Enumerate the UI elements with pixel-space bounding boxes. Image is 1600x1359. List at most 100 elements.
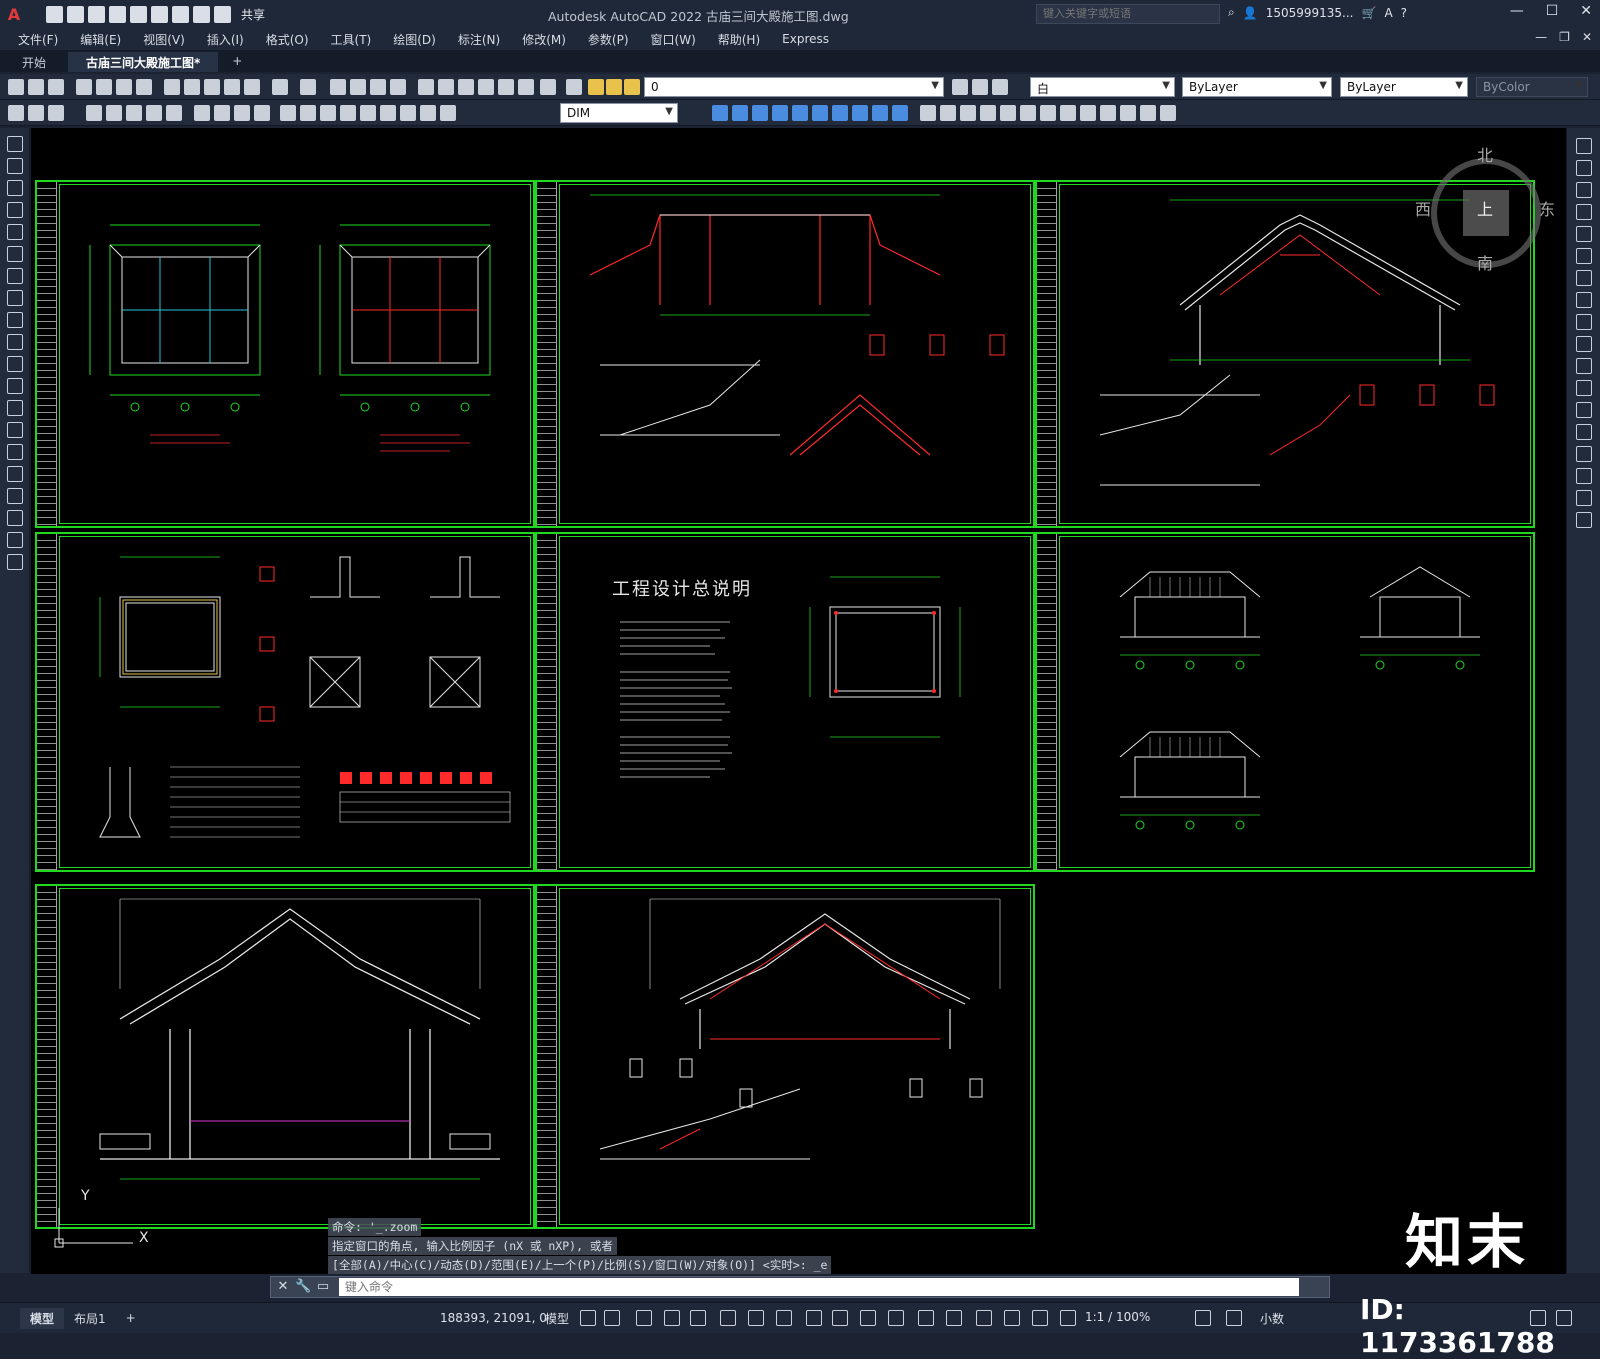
array-icon[interactable] (1576, 226, 1592, 242)
trim-icon[interactable] (1576, 336, 1592, 352)
circle-icon[interactable] (7, 268, 23, 284)
sheet-main-section[interactable] (35, 884, 535, 1229)
redo-icon[interactable] (214, 5, 231, 23)
maximize-icon[interactable]: ☐ (1546, 3, 1559, 19)
layer-dropdown[interactable]: 0 ▼ (644, 77, 944, 97)
hidden-icon[interactable] (1000, 105, 1016, 121)
center-mark-icon[interactable] (300, 105, 316, 121)
dim-space-icon[interactable] (254, 105, 270, 121)
realistic-icon[interactable] (940, 105, 956, 121)
compass-east[interactable]: 东 (1539, 196, 1555, 220)
ellipse-arc-icon[interactable] (7, 356, 23, 372)
redo-icon[interactable] (300, 79, 316, 95)
multiline-text-icon[interactable] (7, 532, 23, 548)
open-file-icon[interactable] (67, 5, 84, 23)
selection-cycling-icon[interactable] (860, 1310, 876, 1326)
shaded-icon[interactable] (1020, 105, 1036, 121)
object-snap-icon[interactable] (776, 1310, 792, 1326)
dim-override-icon[interactable] (440, 105, 456, 121)
dim-linear-icon[interactable] (8, 105, 24, 121)
search-icon[interactable]: ⌕ (1228, 5, 1235, 20)
save-web-icon[interactable] (151, 5, 168, 23)
tab-model[interactable]: 模型 (20, 1307, 65, 1329)
doc-restore-icon[interactable]: ❐ (1559, 30, 1570, 44)
new-file-icon[interactable] (46, 5, 63, 23)
plot-icon[interactable] (172, 5, 189, 23)
layer-previous-icon[interactable] (972, 79, 988, 95)
menu-modify[interactable]: 修改(M) (522, 31, 566, 48)
save-icon[interactable] (88, 5, 105, 23)
menu-window[interactable]: 窗口(W) (651, 31, 696, 48)
line-icon[interactable] (7, 136, 23, 152)
new-icon[interactable] (8, 79, 24, 95)
help-icon[interactable] (540, 79, 556, 95)
revision-cloud-icon[interactable] (7, 290, 23, 306)
join-icon[interactable] (1576, 424, 1592, 440)
tab-drawing[interactable]: 古庙三间大殿施工图* (68, 52, 219, 72)
block-editor-icon[interactable] (244, 79, 260, 95)
transparency-icon[interactable] (832, 1310, 848, 1326)
linetype-dropdown[interactable]: ByLayer ▼ (1182, 77, 1332, 97)
tab-start[interactable]: 开始 (4, 52, 64, 72)
ellipse-icon[interactable] (7, 334, 23, 350)
units-value[interactable]: 小数 (1260, 1310, 1284, 1327)
offset-icon[interactable] (1576, 204, 1592, 220)
3d-print-icon[interactable] (136, 79, 152, 95)
infer-constraints-icon[interactable] (636, 1310, 652, 1326)
wireframe-icon[interactable] (980, 105, 996, 121)
menu-file[interactable]: 文件(F) (18, 31, 58, 48)
lineweight-icon[interactable] (806, 1310, 822, 1326)
menu-tools[interactable]: 工具(T) (331, 31, 372, 48)
dim-arc-icon[interactable] (48, 105, 64, 121)
dim-edit-icon[interactable] (360, 105, 376, 121)
command-input[interactable] (339, 1278, 1299, 1296)
close-command-icon[interactable]: ✕ (275, 1279, 291, 1295)
compass-north[interactable]: 北 (1477, 142, 1493, 166)
annotation-scale-icon[interactable] (1060, 1310, 1076, 1326)
properties-icon[interactable] (418, 79, 434, 95)
rectangle-icon[interactable] (7, 224, 23, 240)
layer-properties-icon[interactable] (566, 79, 582, 95)
add-selected-icon[interactable] (7, 554, 23, 570)
user-name[interactable]: 1505999135... (1266, 6, 1354, 20)
view-nw-iso-icon[interactable] (892, 105, 908, 121)
menu-express[interactable]: Express (782, 32, 829, 46)
gradient-icon[interactable] (7, 466, 23, 482)
print-preview-icon[interactable] (96, 79, 112, 95)
compass-west[interactable]: 西 (1415, 196, 1431, 220)
conceptual-icon[interactable] (960, 105, 976, 121)
quickcalc-icon[interactable] (518, 79, 534, 95)
ucs-world-icon[interactable] (1060, 105, 1076, 121)
selection-filter-icon[interactable] (946, 1310, 962, 1326)
tab-new-layout[interactable]: + (116, 1309, 146, 1327)
sheet-elevations[interactable] (1035, 532, 1535, 872)
view-se-iso-icon[interactable] (852, 105, 868, 121)
break-at-point-icon[interactable] (1576, 380, 1592, 396)
menu-insert[interactable]: 插入(I) (207, 31, 244, 48)
view-top-icon[interactable] (712, 105, 728, 121)
gizmo-icon[interactable] (976, 1310, 992, 1326)
annotation-visibility-icon[interactable] (1004, 1310, 1020, 1326)
erase-icon[interactable] (1576, 138, 1592, 154)
scale-icon[interactable] (1576, 292, 1592, 308)
view-front-icon[interactable] (792, 105, 808, 121)
layer-on-icon[interactable] (588, 79, 604, 95)
rotate-icon[interactable] (1576, 270, 1592, 286)
workspace-gear-icon[interactable] (1195, 1310, 1211, 1326)
snap-icon[interactable] (604, 1310, 620, 1326)
dim-text-edit-icon[interactable] (380, 105, 396, 121)
close-icon[interactable]: ✕ (1580, 3, 1592, 19)
plotstyle-dropdown[interactable]: ByColor ▼ (1476, 77, 1588, 97)
cut-icon[interactable] (164, 79, 180, 95)
model-space-toggle[interactable]: 模型 (545, 1310, 569, 1327)
menu-help[interactable]: 帮助(H) (718, 31, 760, 48)
menu-edit[interactable]: 编辑(E) (80, 31, 121, 48)
dim-ordinate-icon[interactable] (86, 105, 102, 121)
annotation-monitor-icon[interactable] (1226, 1310, 1242, 1326)
save-icon[interactable] (48, 79, 64, 95)
ucs-previous-icon[interactable] (1080, 105, 1096, 121)
dim-diameter-icon[interactable] (146, 105, 162, 121)
sheet-side-section[interactable] (535, 884, 1035, 1229)
make-current-icon[interactable] (952, 79, 968, 95)
copy-icon[interactable] (184, 79, 200, 95)
